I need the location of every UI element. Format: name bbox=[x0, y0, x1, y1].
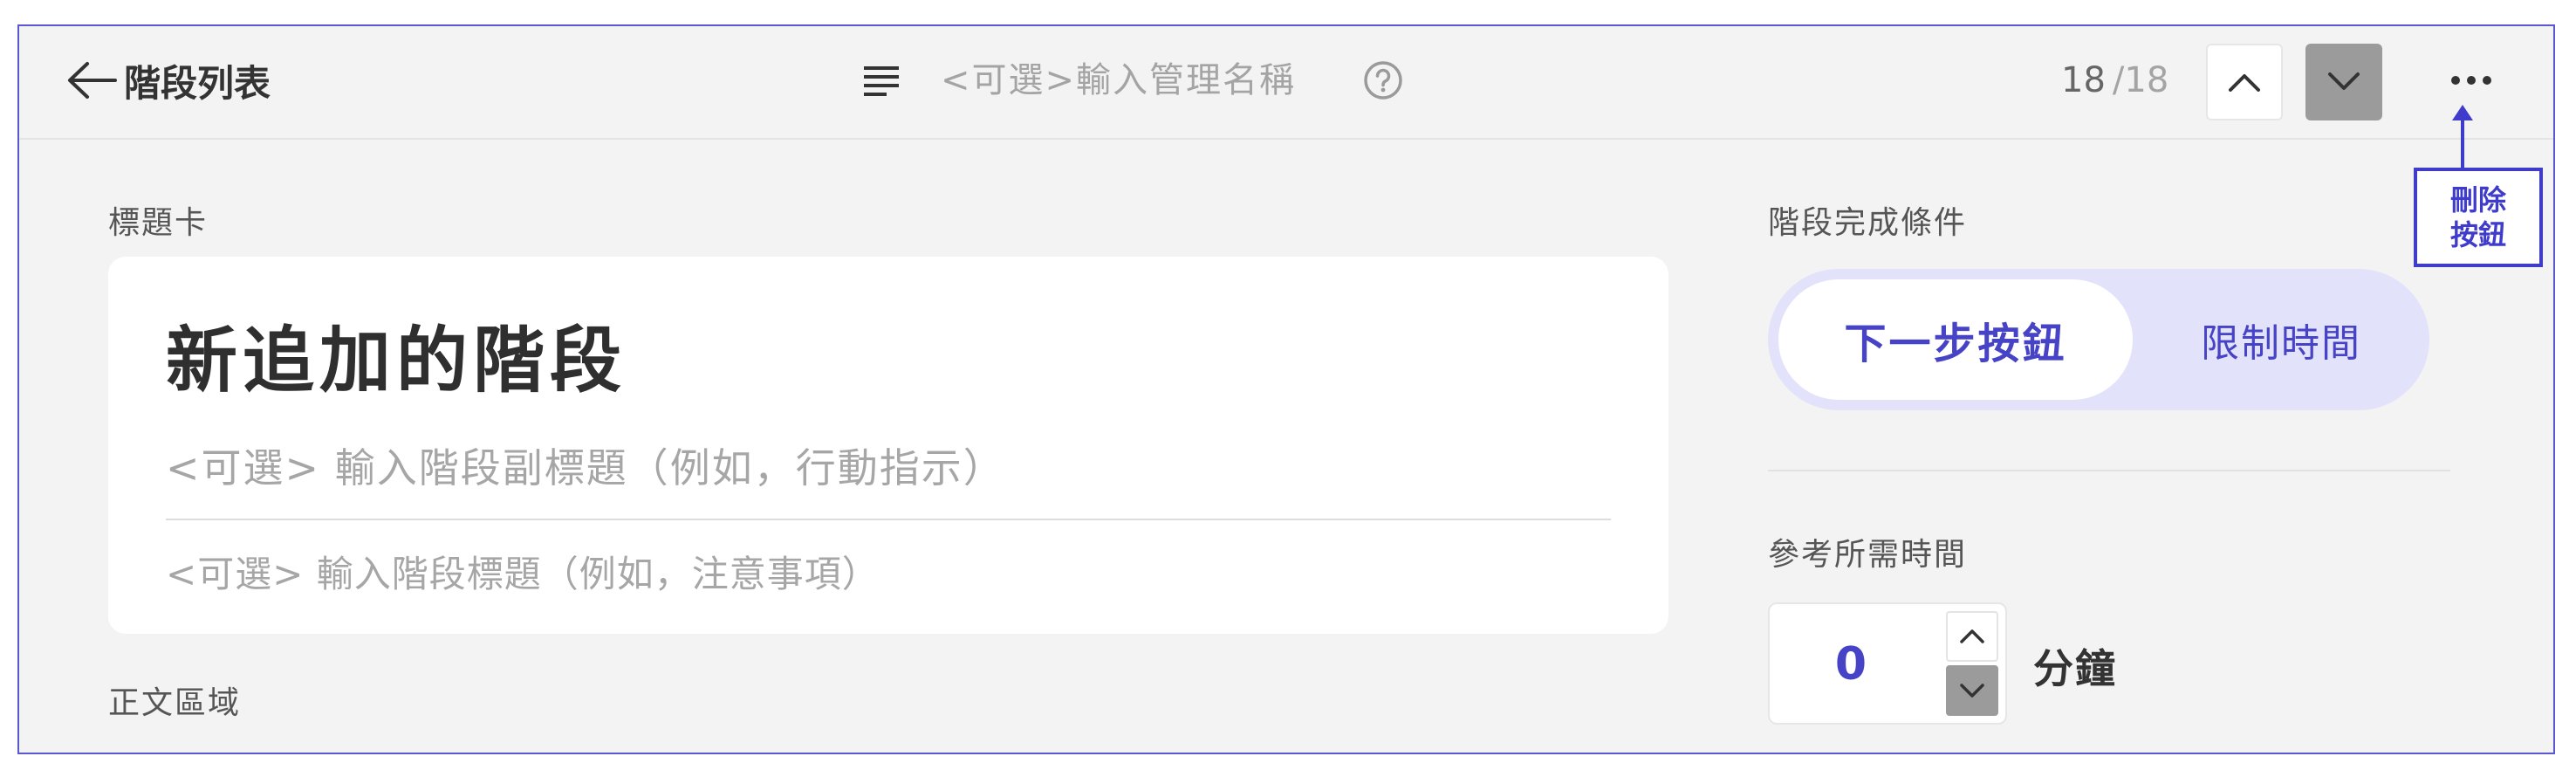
management-name-input[interactable] bbox=[939, 59, 1353, 101]
page-current: 18 bbox=[2061, 60, 2106, 100]
completion-condition-label: 階段完成條件 bbox=[1768, 205, 1968, 241]
more-horizontal-icon bbox=[2451, 76, 2491, 85]
annotation-arrow-line bbox=[2461, 113, 2464, 169]
increment-button[interactable] bbox=[1946, 611, 1998, 662]
stage-note-input[interactable]: <可選> 輸入階段標題（例如，注意事項） bbox=[166, 545, 880, 598]
chevron-down-icon bbox=[2328, 72, 2360, 90]
chevron-down-icon bbox=[1960, 684, 1984, 698]
stage-title[interactable]: 新追加的階段 bbox=[166, 302, 627, 406]
delete-button-annotation: 刪除 按鈕 bbox=[2414, 168, 2543, 267]
top-bar: 階段列表 18 /18 bbox=[19, 26, 2553, 140]
back-to-stage-list-button[interactable]: 階段列表 bbox=[65, 52, 271, 108]
option-next-button[interactable]: 下一步按鈕 bbox=[1778, 279, 2133, 400]
annotation-line-2: 按鈕 bbox=[2449, 218, 2506, 251]
title-card-label: 標題卡 bbox=[108, 205, 209, 241]
time-value-input[interactable] bbox=[1771, 606, 1930, 723]
time-unit-label: 分鐘 bbox=[2033, 645, 2117, 692]
text-lines-icon bbox=[864, 66, 899, 96]
page-total: /18 bbox=[2112, 60, 2169, 100]
option-time-limit[interactable]: 限制時間 bbox=[2143, 279, 2419, 400]
right-panel-divider bbox=[1768, 470, 2450, 471]
back-arrow-icon bbox=[68, 62, 117, 99]
more-options-button[interactable] bbox=[2436, 52, 2506, 108]
stage-editor-panel: 階段列表 18 /18 bbox=[17, 24, 2555, 754]
decrement-button[interactable] bbox=[1946, 665, 1998, 716]
title-card: 新追加的階段 <可選> 輸入階段副標題（例如，行動指示） <可選> 輸入階段標題… bbox=[108, 257, 1668, 634]
chevron-up-icon bbox=[2229, 74, 2260, 92]
body-area-label: 正文區域 bbox=[108, 685, 242, 721]
stage-subtitle-input[interactable]: <可選> 輸入階段副標題（例如，行動指示） bbox=[166, 437, 1005, 494]
management-name-group bbox=[864, 52, 1403, 108]
chevron-up-icon bbox=[1960, 629, 1984, 643]
time-stepper bbox=[1768, 602, 2007, 725]
reference-time-label: 參考所需時間 bbox=[1768, 537, 1968, 573]
completion-condition-toggle: 下一步按鈕 限制時間 bbox=[1768, 269, 2429, 410]
stage-pager: 18 /18 bbox=[2061, 52, 2168, 108]
previous-stage-button[interactable] bbox=[2206, 44, 2283, 120]
card-divider bbox=[166, 519, 1611, 520]
next-stage-button[interactable] bbox=[2305, 44, 2382, 120]
help-circle-icon[interactable] bbox=[1363, 60, 1403, 100]
back-label: 階段列表 bbox=[124, 61, 271, 105]
annotation-line-1: 刪除 bbox=[2449, 183, 2506, 217]
